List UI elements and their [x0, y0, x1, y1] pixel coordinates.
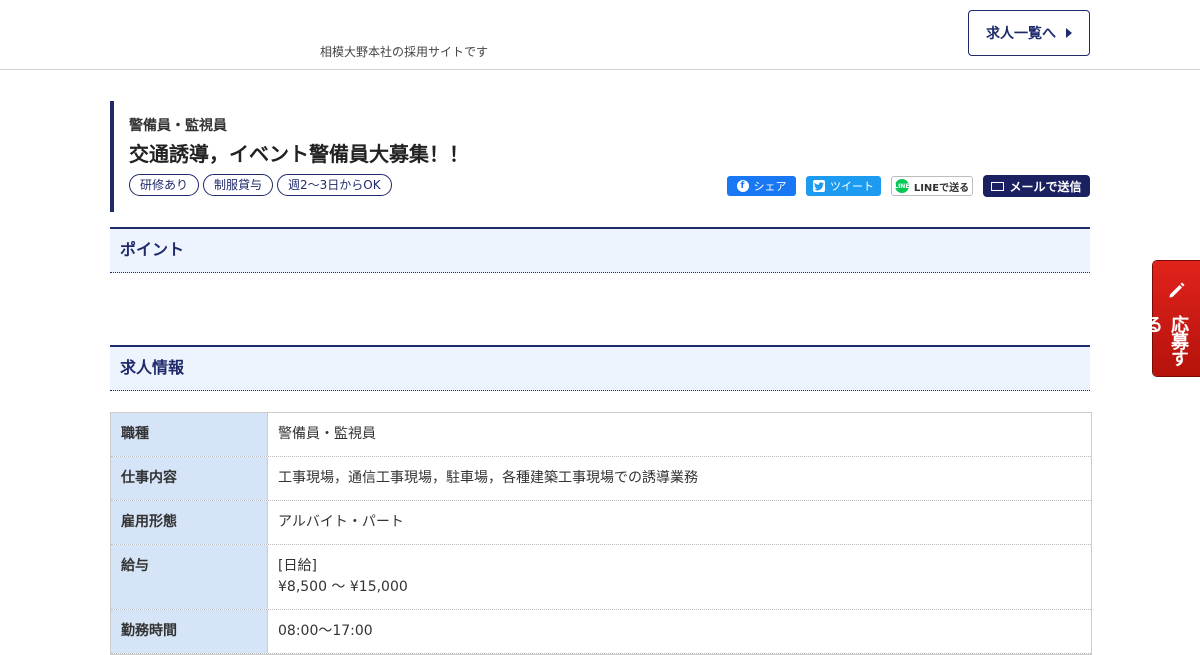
row-label: 仕事内容	[111, 457, 268, 500]
table-row: 給与 [日給] ¥8,500 ～ ¥15,000	[111, 545, 1091, 610]
job-list-button-label: 求人一覧へ	[986, 26, 1056, 42]
info-section-heading: 求人情報	[110, 345, 1090, 391]
job-title-block: 警備員・監視員 交通誘導，イベント警備員大募集！！ 研修あり 制服貸与 週2〜3…	[110, 101, 1090, 212]
twitter-bird-icon	[813, 180, 825, 192]
line-share-button[interactable]: LINE LINEで送る	[891, 176, 973, 196]
table-row: 仕事内容 工事現場，通信工事現場，駐車場，各種建築工事現場での誘導業務	[111, 457, 1091, 501]
row-value: [日給] ¥8,500 ～ ¥15,000	[268, 545, 418, 609]
job-title: 交通誘導，イベント警備員大募集！！	[129, 142, 469, 166]
caret-right-icon	[1066, 28, 1072, 38]
table-row: 雇用形態 アルバイト・パート	[111, 501, 1091, 545]
row-label: 雇用形態	[111, 501, 268, 544]
point-section-heading: ポイント	[110, 227, 1090, 273]
mail-share-label: メールで送信	[1009, 179, 1082, 194]
twitter-share-button[interactable]: ツイート	[806, 176, 881, 196]
pencil-icon	[1169, 282, 1185, 298]
share-buttons: f シェア ツイート LINE LINEで送る メールで送信	[727, 175, 1090, 197]
apply-button[interactable]: 応募する	[1142, 261, 1200, 376]
line-icon: LINE	[894, 179, 909, 193]
row-value: 08:00～17:00	[278, 623, 373, 639]
job-tag: 制服貸与	[203, 174, 274, 196]
table-row: 勤務時間 08:00～17:00	[111, 610, 1091, 654]
facebook-icon: f	[736, 180, 749, 192]
apply-button-label: 応募する	[1142, 315, 1189, 366]
facebook-share-label: シェア	[753, 180, 787, 193]
job-tag: 研修あり	[129, 174, 200, 196]
envelope-icon	[991, 181, 1005, 191]
site-tagline: 相模大野本社の採用サイトです	[320, 45, 489, 59]
mail-share-button[interactable]: メールで送信	[983, 175, 1090, 197]
salary-range: ¥8,500 ～ ¥15,000	[278, 579, 408, 595]
row-value: 工事現場，通信工事現場，駐車場，各種建築工事現場での誘導業務	[278, 470, 698, 486]
site-header: 相模大野本社の採用サイトです 求人一覧へ	[0, 0, 1200, 70]
line-share-label: LINEで送る	[913, 182, 970, 194]
row-label: 給与	[111, 545, 268, 609]
row-value: アルバイト・パート	[278, 514, 404, 530]
salary-type: [日給]	[278, 558, 317, 574]
job-category: 警備員・監視員	[129, 118, 227, 134]
job-tags: 研修あり 制服貸与 週2〜3日からOK	[129, 174, 392, 196]
facebook-share-button[interactable]: f シェア	[727, 176, 796, 196]
row-value: 警備員・監視員	[278, 426, 376, 442]
job-list-button[interactable]: 求人一覧へ	[968, 10, 1090, 56]
table-row: 職種 警備員・監視員	[111, 413, 1091, 457]
twitter-share-label: ツイート	[830, 180, 874, 193]
row-label: 職種	[111, 413, 268, 456]
row-label: 勤務時間	[111, 610, 268, 653]
job-info-table: 職種 警備員・監視員 仕事内容 工事現場，通信工事現場，駐車場，各種建築工事現場…	[110, 412, 1092, 655]
job-tag: 週2〜3日からOK	[277, 174, 392, 196]
